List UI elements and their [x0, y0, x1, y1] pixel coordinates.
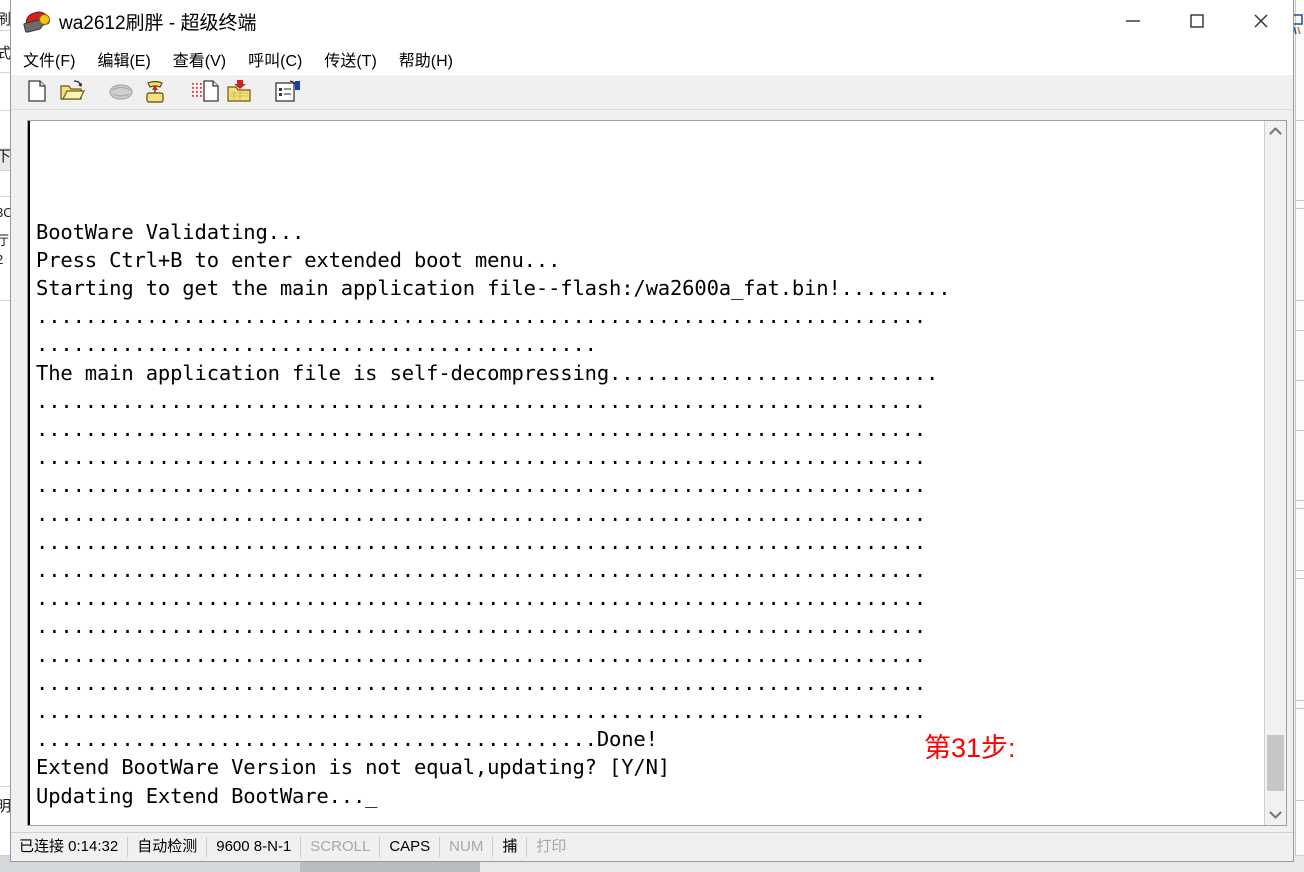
status-line-settings: 9600 8-N-1 [207, 837, 302, 857]
menu-view[interactable]: 查看(V) [173, 47, 226, 71]
window-title: wa2612刷胖 - 超级终端 [59, 12, 257, 34]
chevron-up-icon[interactable] [1265, 121, 1286, 142]
receive-file-icon[interactable] [225, 79, 252, 105]
status-connected: 已连接 0:14:32 [11, 837, 129, 857]
menu-edit[interactable]: 编辑(E) [97, 47, 150, 71]
hyperterminal-icon [23, 8, 51, 34]
menu-file[interactable]: 文件(F) [23, 47, 75, 71]
status-scroll: SCROLL [301, 837, 381, 857]
status-caps: CAPS [380, 837, 441, 857]
status-capture: 捕 [493, 837, 528, 857]
terminal-output: BootWare Validating... Press Ctrl+B to e… [36, 219, 951, 808]
client-area: BootWare Validating... Press Ctrl+B to e… [11, 110, 1293, 832]
step-annotation: 第31步: 重启后自动解压 选择“ Y ” [924, 658, 1113, 825]
close-button[interactable] [1229, 0, 1293, 42]
minimize-button[interactable] [1101, 0, 1165, 42]
status-print: 打印 [536, 838, 567, 855]
new-connection-icon[interactable] [25, 79, 52, 105]
connect-phone-icon[interactable] [142, 79, 169, 105]
screen: 刷 式 下 3C 厅 2 明 [0, 0, 1304, 872]
terminal-frame: BootWare Validating... Press Ctrl+B to e… [27, 120, 1287, 826]
hyperterminal-window: wa2612刷胖 - 超级终端 文件(F) 编辑(E) 查看(V) 呼叫(C) … [10, 0, 1294, 862]
status-num: NUM [440, 837, 494, 857]
annotation-line-1: 第31步: [924, 733, 1016, 763]
menu-transfer[interactable]: 传送(T) [324, 47, 376, 71]
bg-text-fragment: 2 [0, 252, 3, 267]
scroll-thumb[interactable] [1267, 735, 1284, 791]
bg-text-fragment: 厅 [0, 230, 9, 249]
title-bar[interactable]: wa2612刷胖 - 超级终端 [11, 0, 1293, 43]
send-file-icon[interactable] [191, 79, 219, 105]
menu-help[interactable]: 帮助(H) [399, 47, 453, 71]
menu-call[interactable]: 呼叫(C) [248, 47, 302, 71]
maximize-button[interactable] [1165, 0, 1229, 42]
vertical-scrollbar[interactable] [1264, 121, 1286, 825]
properties-icon[interactable] [274, 79, 301, 105]
disconnect-phone-icon [108, 79, 135, 105]
terminal-screen[interactable]: BootWare Validating... Press Ctrl+B to e… [28, 121, 1264, 825]
window-controls [1101, 0, 1293, 42]
tool-bar [11, 75, 1293, 110]
status-bar: 已连接 0:14:32 自动检测 9600 8-N-1 SCROLL CAPS … [11, 832, 1293, 861]
status-autodetect: 自动检测 [128, 837, 208, 857]
menu-bar: 文件(F) 编辑(E) 查看(V) 呼叫(C) 传送(T) 帮助(H) [11, 43, 1293, 75]
chevron-down-icon[interactable] [1265, 804, 1286, 825]
open-folder-icon[interactable] [59, 79, 86, 105]
background-right-window [1289, 0, 1304, 855]
